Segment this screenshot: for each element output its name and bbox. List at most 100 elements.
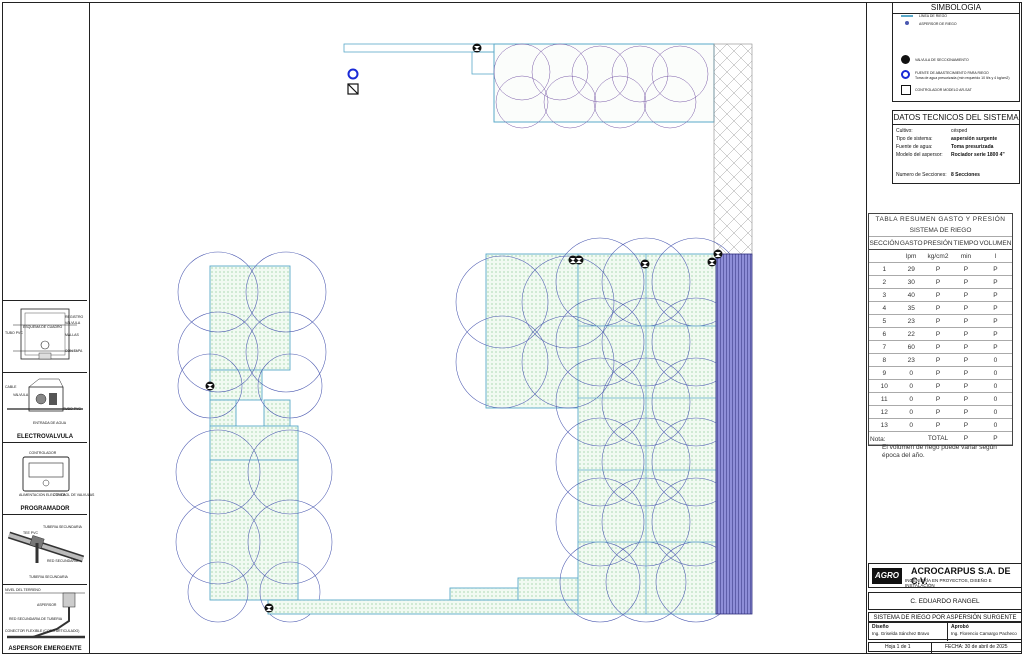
table-cell: 0 [978,392,1012,406]
table-cell: 0 [899,379,923,393]
table-cell: P [953,366,979,380]
valve-icon [472,43,482,53]
data-row: Cultivo: césped [896,128,967,134]
detail-programmer: CONTROLADOR ALIMENTACION ELECTRICA CONTR… [3,442,94,514]
table-row: 7 60 P P P [869,340,1012,354]
table-cell: 23 [899,353,923,367]
detail-sprinkler: NIVEL DEL TERRENO ASPERSOR RED SECUNDARI… [3,584,87,654]
detail-caption: PROGRAMADOR [20,506,70,512]
data-row-value: 8 Secciones [951,172,980,178]
table-cell: 1 [869,262,900,276]
detail-label: TUBERIA SECUNDARIA [29,575,68,579]
table-cell: P [953,392,979,406]
table-cell: P [953,314,979,328]
design-name: Ing. Griselda Sánchez Bravo [872,631,930,636]
table-cell: P [978,275,1012,289]
table-cell: P [922,275,954,289]
data-row-label: Tipo de sistema: [896,136,933,142]
detail-label: NIVEL DEL TERRENO [5,588,41,592]
client-block: C. EDUARDO RANGEL [868,592,1022,610]
table-row: 8 23 P P 0 [869,353,1012,367]
controller-icon [901,85,911,95]
sprinkler-drawing [5,592,85,639]
zone-left [175,251,333,623]
table-cell: 40 [899,288,923,302]
line-icon [901,15,913,17]
table-cell: 7 [869,340,900,354]
table-cell: 8 [869,353,900,367]
table-cell: P [922,392,954,406]
table-cell: P [953,262,979,276]
detail-caption: ELECTROVALVULA [16,434,74,440]
table-cell: 0 [978,379,1012,393]
table-cell: 12 [869,405,900,419]
zone-hatched-strip [715,253,753,615]
company-logo: AGRO [872,568,902,584]
table-cell: P [953,340,979,354]
table-cell: P [922,340,954,354]
table-cell: 0 [899,366,923,380]
detail-label: CABLE [5,385,17,389]
table-row: 5 23 P P P [869,314,1012,328]
note-label: Nota: [870,436,886,443]
table-cell: P [922,314,954,328]
fence-lattice [713,43,753,257]
approved-label: Aprobó [951,624,969,630]
detail-label: TUBERIA SECUNDARIA [43,525,82,529]
table-cell: 10 [869,379,900,393]
data-row-value: césped [951,128,968,134]
legend-title: SIMBOLOGIA [893,3,1019,14]
unit-cell: lpm [899,249,923,263]
table-cell: P [953,379,979,393]
detail-label: CONECTOR FLEXIBLE (CODO ARTICULADO) [5,629,80,633]
table-cell: P [953,275,979,289]
water-source-icon [347,68,359,80]
data-row: Modelo del aspersor: Rociador serie 1800 … [896,152,1005,158]
table-header-row: SECCIÓN GASTO PRESIÓN TIEMPO VOLUMEN [869,236,1012,250]
table-cell: P [953,418,979,432]
table-cell: 0 [978,418,1012,432]
detail-label: CONTROL DE VALVULAS [53,493,95,497]
column-header: GASTO [899,236,923,250]
technical-data-title: DATOS TECNICOS DEL SISTEMA [893,111,1019,125]
table-cell: P [953,288,979,302]
data-row: Fuente de agua: Toma presurizada [896,144,993,150]
company-subtitle: INGENIERÍA EN PROYECTOS, DISEÑO E INSTAL… [905,578,992,588]
table-cell: P [922,418,954,432]
detail-pipe: TUBERIA SECUNDARIA TEE PVC RED SECUNDARI… [3,514,87,584]
table-cell: P [922,405,954,419]
water-source-icon [901,70,910,79]
summary-table: TABLA RESUMEN GASTO Y PRESIÓN SISTEMA DE… [868,213,1013,446]
detail-caption: ASPERSOR EMERGENTE [8,646,82,652]
project-block: SISTEMA DE RIEGO POR ASPERSIÓN SURGENTE [868,612,1022,622]
valve-icon [713,249,723,259]
data-row: Numero de Secciones: 8 Secciones [896,172,980,178]
table-row: 4 35 P P P [869,301,1012,315]
table-units-row: lpm kg/cm2 min l [869,249,1012,263]
detail-label: ASPERSOR [37,603,57,607]
company-block: AGRO ACROCARPUS S.A. DE C.V. INGENIERÍA … [868,563,1022,588]
table-cell: P [953,405,979,419]
table-cell: 4 [869,301,900,315]
valve-icon [901,55,910,64]
zone-top-planter [343,43,715,129]
table-cell: P [953,353,979,367]
data-row-value: aspersión surgente [951,136,998,142]
table-row: 12 0 P P 0 [869,405,1012,419]
table-cell: 2 [869,275,900,289]
table-note: Nota: El volumen de riego puede variar s… [870,436,1013,460]
detail-label: REGISTRO [65,315,84,319]
table-cell: P [978,262,1012,276]
legend-item: Toma de agua presurizada (mín requerido … [915,76,1010,80]
legend-box: SIMBOLOGIA LÍNEA DE RIEGO ASPERSOR DE RI… [892,2,1020,102]
valve-icon [640,259,650,269]
table-row: 13 0 P P 0 [869,418,1012,432]
legend-item: ASPERSOR DE RIEGO [919,22,957,26]
sprinkler-dot-icon [905,21,909,25]
valve-icon [205,381,215,391]
table-cell: 13 [869,418,900,432]
unit-cell: kg/cm2 [922,249,954,263]
client-name: C. EDUARDO RANGEL [910,598,980,605]
data-row-label: Fuente de agua: [896,144,933,150]
zone-right-lawn [455,237,741,623]
